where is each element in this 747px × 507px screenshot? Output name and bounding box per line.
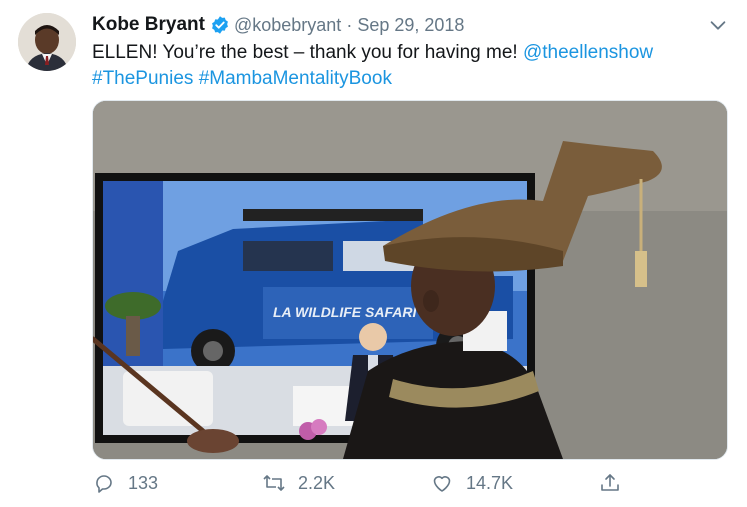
- tweet-card[interactable]: Kobe Bryant @kobebryant · Sep 29, 2018 E…: [0, 0, 747, 507]
- reply-icon: [96, 475, 112, 493]
- like-button[interactable]: 14.7K: [430, 468, 513, 498]
- tweet-text: ELLEN! You’re the best – thank you for h…: [92, 40, 722, 92]
- tweet-actions: 133 2.2K 14.7K: [92, 468, 632, 498]
- share-button[interactable]: [598, 468, 634, 498]
- author-name[interactable]: Kobe Bryant: [92, 14, 205, 36]
- chevron-down-icon[interactable]: [707, 14, 729, 36]
- retweet-icon: [263, 475, 285, 491]
- retweet-button[interactable]: 2.2K: [262, 468, 335, 498]
- separator-dot: ·: [346, 14, 353, 35]
- photo-illustration: LA WILDLIFE SAFARI: [93, 101, 727, 459]
- tweet-date[interactable]: Sep 29, 2018: [357, 15, 464, 36]
- share-icon: [601, 474, 619, 491]
- screen-truck-text: LA WILDLIFE SAFARI: [273, 304, 417, 320]
- reply-button[interactable]: 133: [92, 468, 158, 498]
- mention-link[interactable]: @theellenshow: [523, 42, 653, 63]
- retweet-count: 2.2K: [298, 472, 336, 493]
- hashtag-link[interactable]: #MambaMentalityBook: [199, 68, 392, 89]
- tweet-photo[interactable]: LA WILDLIFE SAFARI: [92, 100, 728, 460]
- verified-badge-icon: [212, 16, 228, 34]
- like-count: 14.7K: [466, 472, 514, 493]
- reply-count: 133: [128, 472, 159, 493]
- tweet-body: ELLEN! You’re the best – thank you for h…: [92, 42, 523, 63]
- author-handle[interactable]: @kobebryant: [234, 15, 341, 36]
- tweet-header: Kobe Bryant @kobebryant · Sep 29, 2018: [92, 13, 464, 37]
- avatar[interactable]: [18, 13, 76, 71]
- hashtag-link[interactable]: #ThePunies: [92, 68, 193, 89]
- like-icon: [433, 476, 451, 492]
